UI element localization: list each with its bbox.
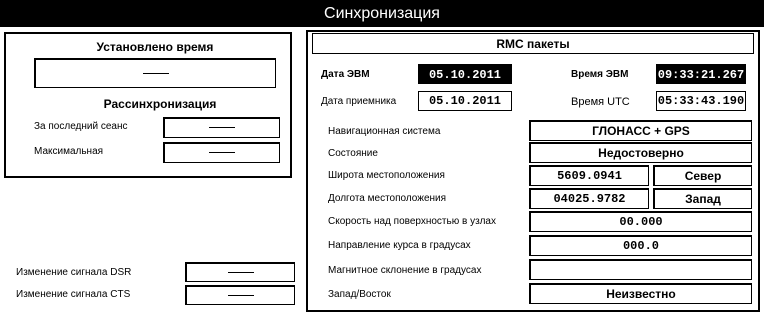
last-session-field	[163, 117, 280, 138]
time-utc-label: Время UTC	[571, 96, 630, 108]
west-east-label: Запад/Восток	[328, 289, 391, 300]
date-evm-label: Дата ЭВМ	[321, 69, 370, 80]
date-rx-field: 05.10.2011	[418, 91, 512, 111]
course-field: 000.0	[529, 235, 752, 256]
time-evm-label: Время ЭВМ	[571, 69, 629, 80]
max-desync-label: Максимальная	[34, 146, 104, 157]
window-title: Синхронизация	[0, 0, 764, 27]
date-rx-label: Дата приемника	[321, 96, 397, 107]
state-label: Состояние	[328, 148, 378, 159]
dsr-label: Изменение сигнала DSR	[16, 267, 132, 278]
longitude-dir-field: Запад	[653, 188, 752, 209]
mag-var-field	[529, 259, 752, 280]
set-time-field	[34, 58, 276, 88]
latitude-dir-field: Север	[653, 165, 752, 186]
time-utc-field: 05:33:43.190	[656, 91, 746, 111]
cts-label: Изменение сигнала CTS	[16, 289, 131, 300]
max-desync-field	[163, 142, 280, 163]
speed-field: 00.000	[529, 211, 752, 232]
desync-heading: Рассинхронизация	[103, 97, 217, 111]
rmc-title: RMC пакеты	[496, 37, 570, 51]
nav-system-field: ГЛОНАСС + GPS	[529, 120, 752, 141]
cts-field	[185, 285, 295, 305]
mag-var-label: Магнитное склонение в градусах	[328, 265, 482, 276]
latitude-field: 5609.0941	[529, 165, 649, 186]
longitude-label: Долгота местоположения	[328, 193, 447, 204]
west-east-field: Неизвестно	[529, 283, 752, 304]
dsr-field	[185, 262, 295, 282]
state-field: Недостоверно	[529, 142, 752, 163]
speed-label: Скорость над поверхностью в узлах	[328, 216, 496, 227]
nav-system-label: Навигационная система	[328, 126, 441, 137]
longitude-field: 04025.9782	[529, 188, 649, 209]
time-evm-field: 09:33:21.267	[656, 64, 746, 84]
date-evm-field: 05.10.2011	[418, 64, 512, 84]
set-time-heading: Установлено время	[96, 40, 214, 54]
course-label: Направление курса в градусах	[328, 240, 471, 251]
latitude-label: Широта местоположения	[328, 170, 445, 181]
last-session-label: За последний сеанс	[34, 121, 128, 132]
